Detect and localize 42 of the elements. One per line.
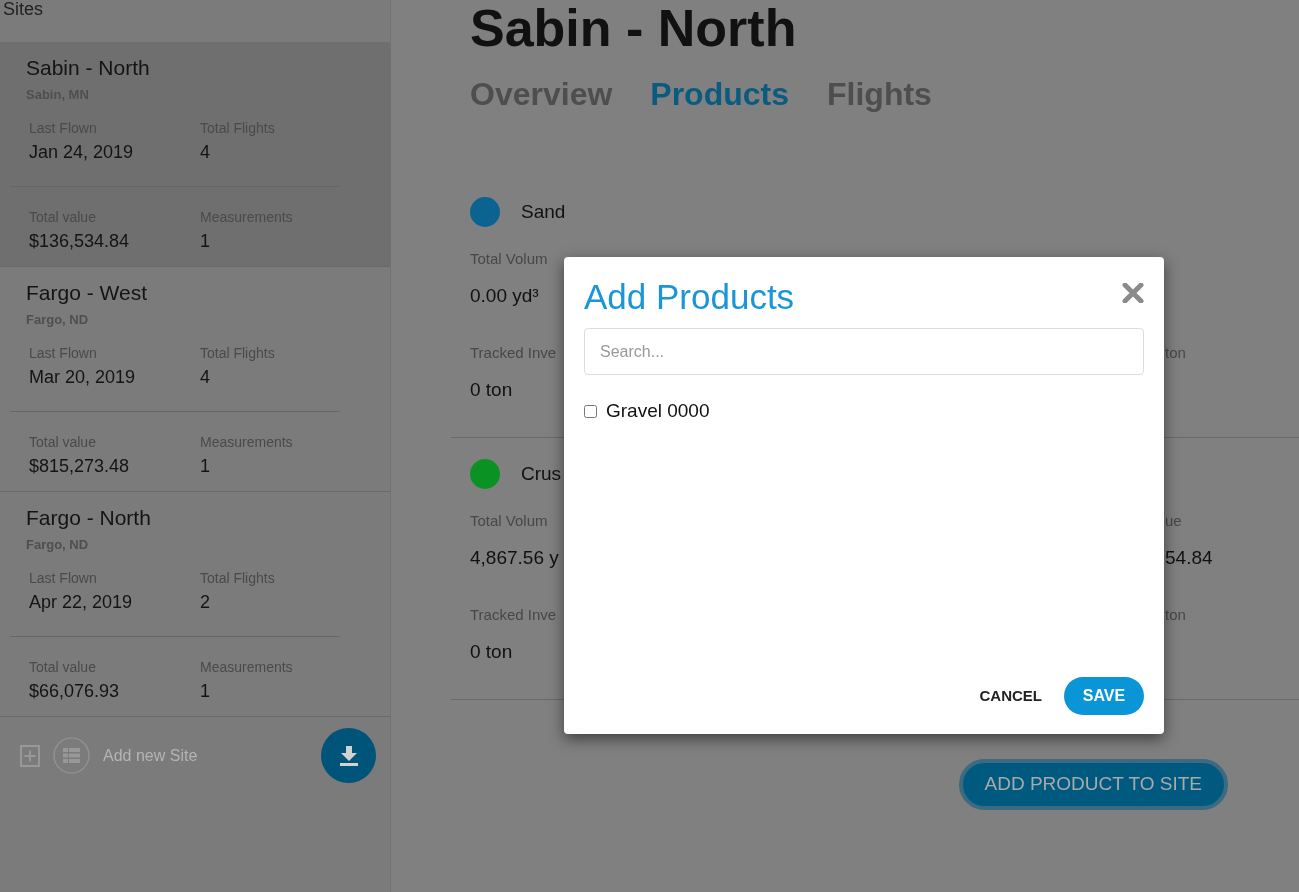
stat-value: 1 xyxy=(200,230,210,252)
stat-label: Tracked Inve xyxy=(470,606,557,624)
product-name: Crus xyxy=(521,462,562,486)
download-button[interactable] xyxy=(321,728,376,783)
dialog-title: Add Products xyxy=(584,277,795,317)
tab[interactable]: Products xyxy=(650,76,789,112)
add-product-button[interactable]: ADD PRODUCT TO SITE xyxy=(958,759,1228,810)
sidebar-title: Sites xyxy=(3,0,44,18)
site-name: Fargo - North xyxy=(26,505,151,531)
stat-value: 0 ton xyxy=(470,640,513,664)
stat-label: ue xyxy=(1165,512,1182,530)
stat-value: 4,867.56 y xyxy=(470,546,559,570)
stat-label: Total Volum xyxy=(470,250,548,268)
stat-value: $66,076.93 xyxy=(29,680,120,702)
stat-value: 1 xyxy=(200,680,210,702)
stat-value: $136,534.84 xyxy=(29,230,130,252)
stat-value: $815,273.48 xyxy=(29,455,130,477)
stat-value: 2 xyxy=(200,591,210,613)
stat-value: 4 xyxy=(200,141,210,163)
stat-value: Apr 22, 2019 xyxy=(29,591,133,613)
cancel-button[interactable]: CANCEL xyxy=(977,686,1044,706)
checkbox[interactable] xyxy=(584,404,597,418)
page-title: Sabin - North xyxy=(470,2,797,54)
stat-value: Mar 20, 2019 xyxy=(29,366,136,388)
stat-value: 4 xyxy=(200,366,210,388)
search-field[interactable]: Search... xyxy=(584,328,1144,375)
stat-value: 0 ton xyxy=(470,378,513,402)
download-icon xyxy=(339,745,358,766)
add-site-link[interactable]: Add new Site xyxy=(103,745,198,766)
save-button[interactable]: SAVE xyxy=(1064,677,1144,715)
site-name: Fargo - West xyxy=(26,280,147,306)
close-icon xyxy=(1122,283,1144,303)
site-name: Sabin - North xyxy=(26,55,150,81)
stat-value: Jan 24, 2019 xyxy=(29,141,134,163)
close-button[interactable] xyxy=(1122,283,1144,303)
stat-value: 54.84 xyxy=(1165,546,1213,570)
stat-value: 1 xyxy=(200,455,210,477)
option-label[interactable]: Gravel 0000 xyxy=(606,399,710,423)
stat-label: Total Volum xyxy=(470,512,548,530)
stat-value: 0.00 yd³ xyxy=(470,284,539,308)
product-name: Sand xyxy=(521,200,566,224)
stat-label: Tracked Inve xyxy=(470,344,557,362)
